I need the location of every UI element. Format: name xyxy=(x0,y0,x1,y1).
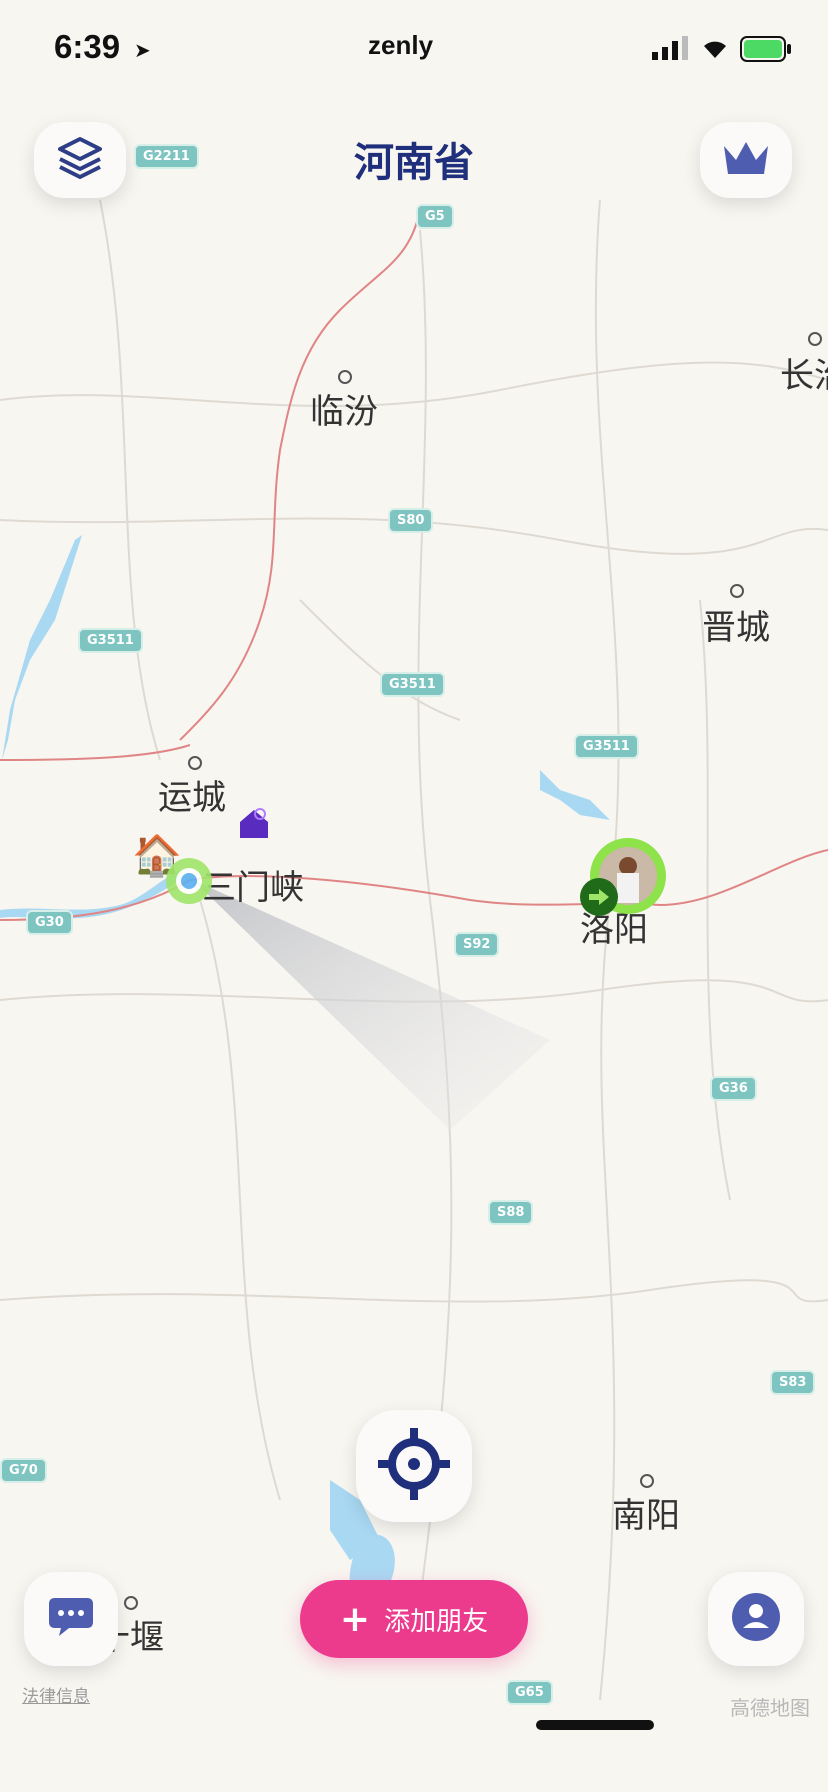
road-shield: G5 xyxy=(416,204,454,229)
my-location-marker[interactable] xyxy=(166,858,212,904)
add-friend-button[interactable]: + 添加朋友 xyxy=(300,1580,528,1658)
road-shield: S88 xyxy=(488,1200,534,1225)
city-dot xyxy=(188,756,202,770)
road-shield: S92 xyxy=(454,932,500,957)
road-shield: G3511 xyxy=(380,672,445,697)
add-friend-label: 添加朋友 xyxy=(384,1606,489,1637)
sleeping-marker-icon[interactable] xyxy=(234,804,274,848)
road-shield: G30 xyxy=(26,910,73,935)
road-shield: G70 xyxy=(0,1458,47,1483)
signal-icon xyxy=(652,36,690,60)
chat-bubble-icon xyxy=(47,1594,95,1644)
city-dot xyxy=(730,584,744,598)
crosshair-icon xyxy=(376,1426,452,1506)
road-shield: G36 xyxy=(710,1076,757,1101)
status-time: 6:39 xyxy=(54,28,121,65)
city-label[interactable]: 临汾 xyxy=(310,384,378,433)
city-label[interactable]: 长治 xyxy=(780,348,828,397)
map-canvas[interactable] xyxy=(0,0,828,1792)
legal-link[interactable]: 法律信息 xyxy=(22,1682,90,1707)
city-label[interactable]: 南阳 xyxy=(612,1488,680,1537)
location-arrow-icon: ➤ xyxy=(134,38,151,62)
road-shield: G2211 xyxy=(134,144,199,169)
city-label[interactable]: 三门峡 xyxy=(202,860,304,909)
battery-icon xyxy=(740,36,792,66)
profile-button[interactable] xyxy=(708,1572,804,1666)
status-bar: 6:39 ➤ zenly xyxy=(0,0,828,100)
city-dot xyxy=(640,1474,654,1488)
road-shield: G65 xyxy=(506,1680,553,1705)
carrier-label: zenly xyxy=(368,30,434,60)
city-dot xyxy=(338,370,352,384)
wifi-icon xyxy=(698,34,732,64)
road-shield: S83 xyxy=(770,1370,816,1395)
profile-icon xyxy=(731,1592,781,1646)
driving-arrow-icon xyxy=(580,878,618,916)
crown-icon xyxy=(720,138,772,182)
plus-icon: + xyxy=(339,1598,371,1640)
city-dot xyxy=(808,332,822,346)
chat-button[interactable] xyxy=(24,1572,118,1666)
map-attribution: 高德地图 xyxy=(730,1696,810,1720)
city-label[interactable]: 晋城 xyxy=(702,600,770,649)
premium-button[interactable] xyxy=(700,122,792,198)
road-shield: G3511 xyxy=(78,628,143,653)
city-label[interactable]: 运城 xyxy=(158,770,226,819)
city-dot xyxy=(124,1596,138,1610)
road-shield: S80 xyxy=(388,508,434,533)
recenter-button[interactable] xyxy=(356,1410,472,1522)
home-indicator[interactable] xyxy=(536,1720,654,1730)
road-shield: G3511 xyxy=(574,734,639,759)
